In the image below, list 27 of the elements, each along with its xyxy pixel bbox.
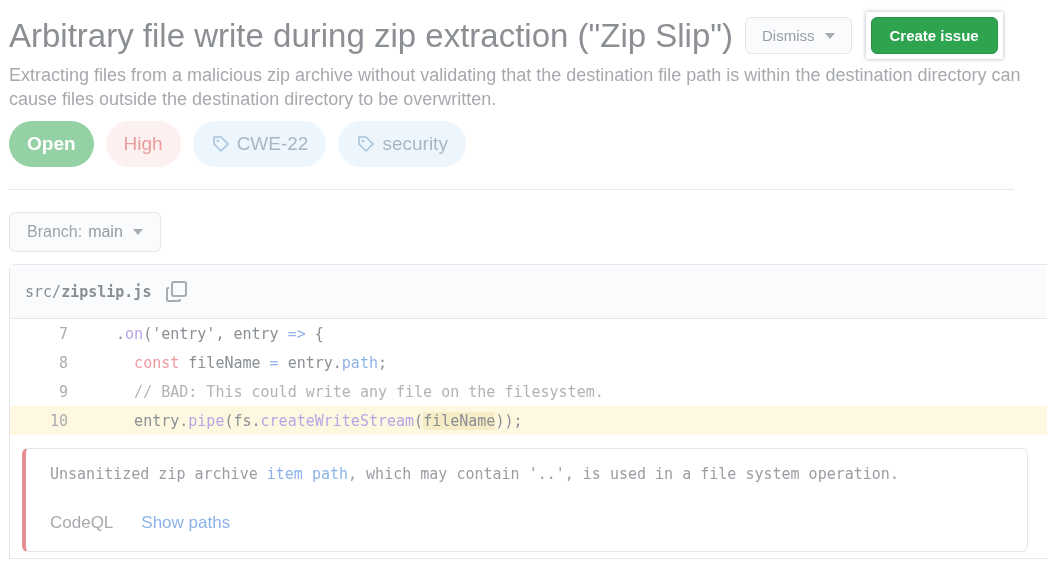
line-number: 7 bbox=[57, 324, 69, 343]
caret-icon bbox=[132, 229, 143, 235]
line-number: 8 bbox=[57, 353, 69, 372]
copy-icon[interactable] bbox=[165, 280, 190, 303]
dismiss-button[interactable]: Dismiss bbox=[745, 17, 852, 54]
severity-label: High bbox=[105, 121, 181, 167]
tag-label: CWE-22 bbox=[192, 121, 327, 167]
show-paths-link[interactable]: Show paths bbox=[141, 513, 231, 533]
create-issue-button[interactable]: Create issue bbox=[870, 17, 998, 54]
code-text: .on('entry', entry => { bbox=[115, 324, 324, 343]
item-path-link[interactable]: item path bbox=[266, 465, 349, 483]
tool-name: CodeQL bbox=[50, 513, 114, 533]
code-text: entry.pipe(fs.createWriteStream(fileName)); bbox=[133, 411, 523, 430]
tag-icon bbox=[210, 134, 231, 154]
tag-icon bbox=[356, 134, 377, 154]
alert-message: Unsanitized zip archive item path, which may contain '..', is used in a file system operation. bbox=[50, 465, 900, 483]
alert-title: Arbitrary file write during zip extraction ("Zip Slip") bbox=[9, 16, 733, 55]
status-label: Open bbox=[9, 121, 94, 167]
line-number: 9 bbox=[57, 382, 69, 401]
code-text: // BAD: This could write any file on the filesystem. bbox=[133, 382, 604, 401]
alert-description: Extracting files from a malicious zip archive without validating that the destination file path is within the destination directory can cause files outside the destination directory to be overwritten. bbox=[9, 64, 1022, 111]
tag-label: security bbox=[338, 121, 466, 167]
line-number: 10 bbox=[48, 411, 69, 430]
file-path: src/zipslip.js bbox=[25, 282, 152, 301]
code-text: const fileName = entry.path; bbox=[133, 353, 387, 372]
caret-icon bbox=[824, 32, 835, 39]
branch-selector[interactable]: Branch: main bbox=[9, 212, 161, 252]
